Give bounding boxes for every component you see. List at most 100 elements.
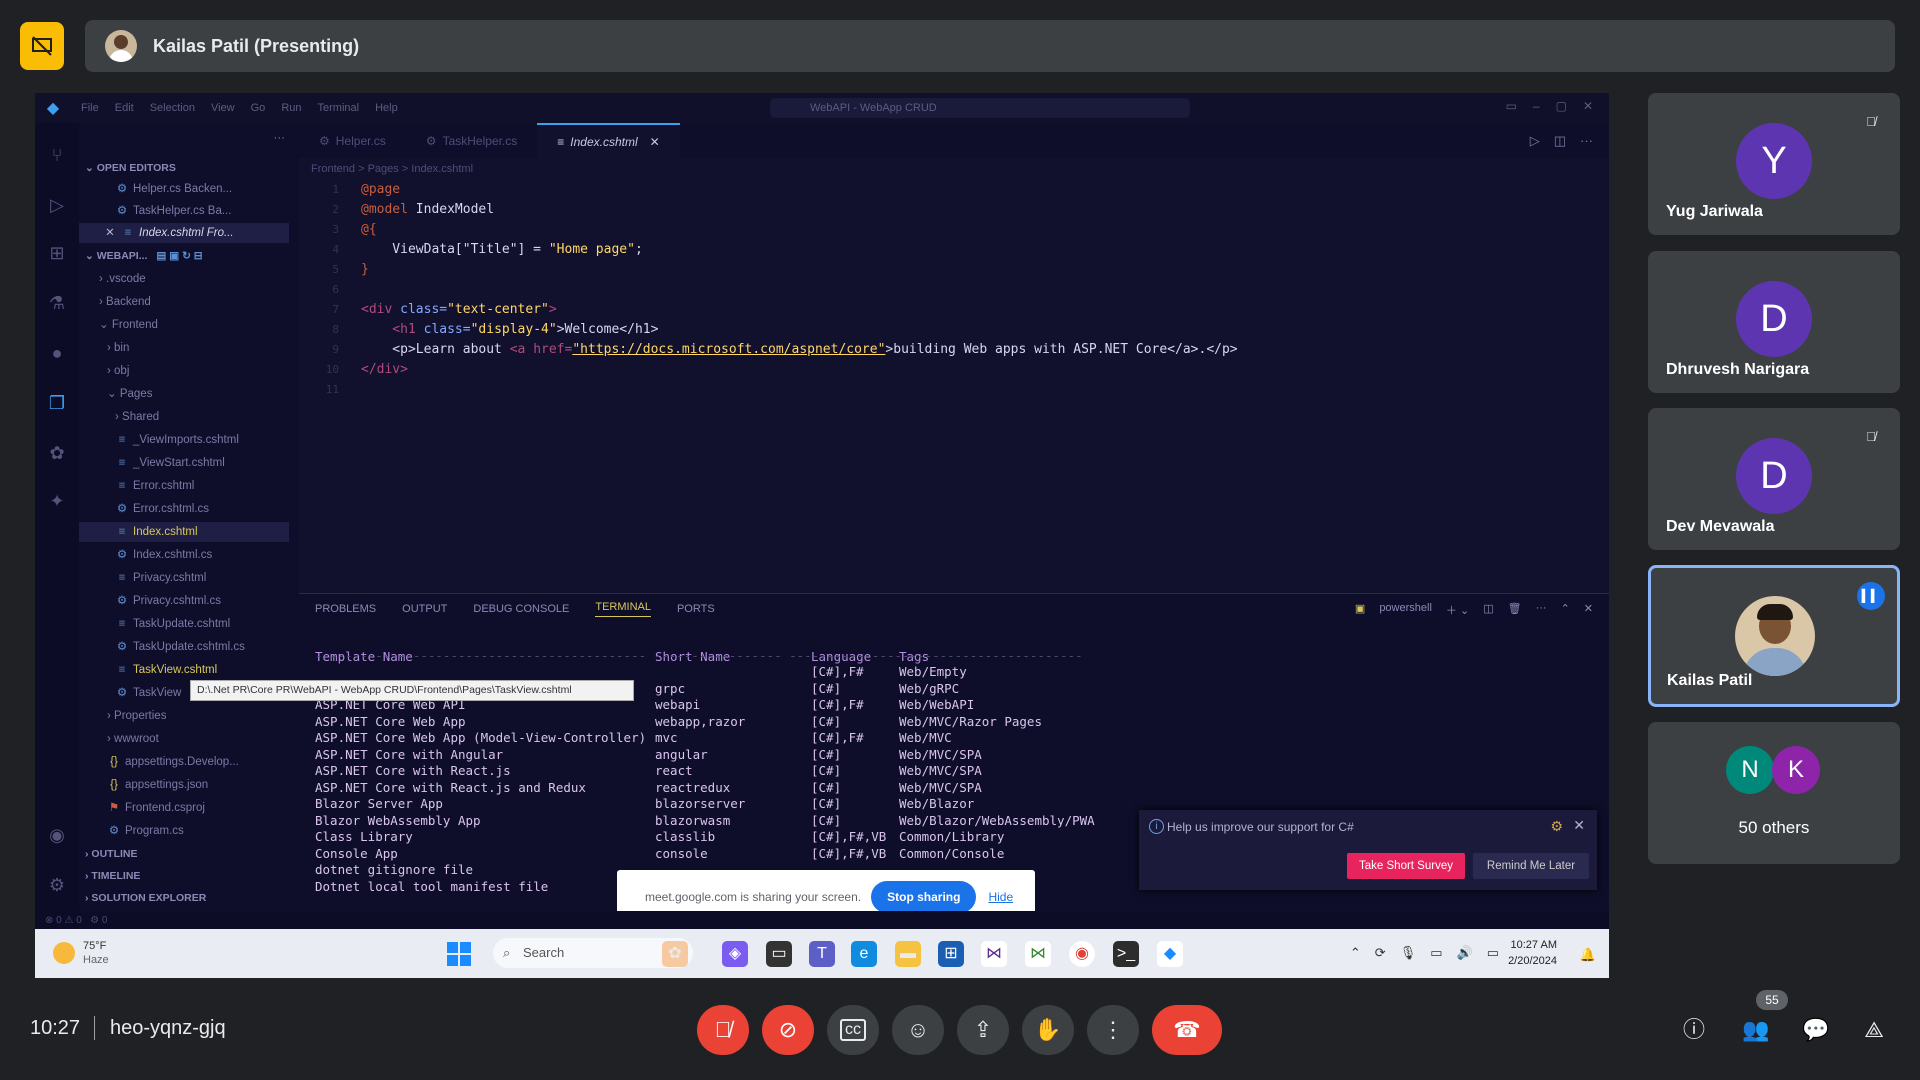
menu-file[interactable]: File	[81, 102, 99, 114]
tree-folder[interactable]: › Shared	[115, 407, 325, 427]
solution-explorer-section[interactable]: › SOLUTION EXPLORER	[85, 888, 295, 908]
terminal-shell-label[interactable]: powershell	[1379, 602, 1432, 618]
taskbar-clock[interactable]: 10:27 AM 2/20/2024	[1508, 937, 1557, 969]
tree-file[interactable]: ⚙ Privacy.cshtml.cs	[115, 591, 325, 611]
participant-tile[interactable]: D Dhruvesh Narigara	[1648, 251, 1900, 393]
tree-file[interactable]: ≡ _ViewImports.cshtml	[115, 430, 325, 450]
present-indicator-button[interactable]	[20, 22, 64, 70]
chrome-icon[interactable]: ◉	[1069, 941, 1095, 967]
outline-section[interactable]: › OUTLINE	[85, 844, 295, 864]
trash-icon[interactable]: 🗑	[1508, 602, 1522, 618]
store-icon[interactable]: ⊞	[938, 941, 964, 967]
hide-link[interactable]: Hide	[988, 890, 1013, 904]
windows-start-icon[interactable]	[447, 942, 471, 966]
more-icon[interactable]: ···	[1536, 602, 1547, 618]
maximize-icon[interactable]: ▢	[1556, 99, 1567, 113]
task-view-icon[interactable]: ▭	[766, 941, 792, 967]
participant-tile-active[interactable]: Kailas Patil ▍▍	[1648, 565, 1900, 707]
run-icon[interactable]: ▷	[1530, 133, 1540, 149]
close-panel-icon[interactable]: ✕	[1584, 602, 1593, 618]
command-search[interactable]: WebAPI - WebApp CRUD	[770, 98, 1190, 118]
visual-studio-icon[interactable]: ⋈	[981, 941, 1007, 967]
timeline-section[interactable]: › TIMELINE	[85, 866, 295, 886]
participant-tile[interactable]: Y Yug Jariwala 🎙̸	[1648, 93, 1900, 235]
network-icon[interactable]: ▭	[1430, 945, 1442, 961]
close-tab-icon[interactable]: ✕	[650, 135, 660, 149]
present-screen-button[interactable]: ⇪	[957, 1005, 1009, 1055]
tree-file[interactable]: ⚙ Program.cs	[107, 821, 317, 841]
open-editor-item-active[interactable]: ✕ ≡ Index.cshtml Fro...	[79, 223, 289, 243]
visual-studio-green-icon[interactable]: ⋈	[1025, 941, 1051, 967]
run-debug-icon[interactable]: ▷	[45, 193, 69, 217]
tree-file[interactable]: ⚑ Frontend.csproj	[107, 798, 317, 818]
tree-file[interactable]: ≡ Error.cshtml	[115, 476, 325, 496]
tab-index[interactable]: ≡ Index.cshtml ✕	[537, 123, 680, 158]
tree-file[interactable]: ⚙ TaskUpdate.cshtml.cs	[115, 637, 325, 657]
vscode-app-icon[interactable]: ◆	[1157, 941, 1183, 967]
battery-icon[interactable]: ▭	[1487, 945, 1499, 961]
mic-icon[interactable]: 🎙	[1400, 945, 1417, 961]
menu-terminal[interactable]: Terminal	[318, 102, 360, 114]
source-control-icon[interactable]: ⑂	[45, 143, 69, 167]
tree-file[interactable]: {} appsettings.json	[107, 775, 317, 795]
more-actions-icon[interactable]: ···	[1580, 133, 1593, 149]
maximize-panel-icon[interactable]: ⌃	[1561, 602, 1570, 618]
tray-chevron-icon[interactable]: ⌃	[1350, 945, 1361, 961]
tree-folder[interactable]: › .vscode	[99, 269, 309, 289]
tree-folder[interactable]: › bin	[107, 338, 317, 358]
minimize-icon[interactable]: –	[1533, 99, 1540, 113]
tree-folder[interactable]: › obj	[107, 361, 317, 381]
pin-icon[interactable]: ✦	[45, 489, 69, 513]
chat-button[interactable]: 💬	[1800, 1014, 1832, 1046]
menu-view[interactable]: View	[211, 102, 235, 114]
tree-file[interactable]: ⚙ Error.cshtml.cs	[115, 499, 325, 519]
testing-icon[interactable]: ⚗	[45, 291, 69, 315]
open-editor-item[interactable]: ⚙ TaskHelper.cs Ba...	[115, 201, 325, 221]
copilot-app-icon[interactable]: ◈	[722, 941, 748, 967]
tab-taskhelper[interactable]: ⚙ TaskHelper.cs	[406, 123, 537, 158]
tree-file-active[interactable]: ≡ Index.cshtml	[79, 522, 289, 542]
gear-icon[interactable]: ⚙	[1550, 818, 1563, 835]
remind-later-button[interactable]: Remind Me Later	[1473, 853, 1589, 879]
leave-call-button[interactable]: ☎	[1152, 1005, 1222, 1055]
tree-file[interactable]: ≡ Privacy.cshtml	[115, 568, 325, 588]
close-icon[interactable]: ✕	[1573, 817, 1585, 834]
weather-widget[interactable]: 75°F Haze	[53, 939, 109, 967]
meeting-info-button[interactable]: ⓘ	[1678, 1014, 1710, 1046]
open-editor-item[interactable]: ⚙ Helper.cs Backen...	[115, 179, 325, 199]
tab-problems[interactable]: PROBLEMS	[315, 603, 376, 615]
emoji-reaction-button[interactable]: ☺	[892, 1005, 944, 1055]
menu-help[interactable]: Help	[375, 102, 398, 114]
menu-go[interactable]: Go	[251, 102, 266, 114]
teams-icon[interactable]: T	[809, 941, 835, 967]
captions-button[interactable]: cc	[827, 1005, 879, 1055]
tree-folder[interactable]: ⌄ Frontend	[99, 315, 309, 335]
tab-output[interactable]: OUTPUT	[402, 603, 447, 615]
copilot-icon[interactable]: ✿	[45, 441, 69, 465]
tab-debug-console[interactable]: DEBUG CONSOLE	[473, 603, 569, 615]
menu-run[interactable]: Run	[281, 102, 301, 114]
tree-file[interactable]: {} appsettings.Develop...	[107, 752, 317, 772]
menu-selection[interactable]: Selection	[150, 102, 195, 114]
explorer-icon[interactable]: ❐	[45, 391, 69, 415]
tab-terminal[interactable]: TERMINAL	[595, 601, 651, 617]
meeting-code[interactable]: heo-yqnz-gjq	[110, 1017, 226, 1040]
sync-icon[interactable]: ⟳	[1375, 945, 1386, 961]
terminal-app-icon[interactable]: >_	[1113, 941, 1139, 967]
others-tile[interactable]: N K 50 others	[1648, 722, 1900, 864]
tree-file[interactable]: ≡ _ViewStart.cshtml	[115, 453, 325, 473]
tree-folder[interactable]: › Backend	[99, 292, 309, 312]
new-terminal-icon[interactable]: ＋ ⌄	[1446, 602, 1469, 618]
mic-toggle-button[interactable]: 🎙̸	[697, 1005, 749, 1055]
tree-folder[interactable]: › Properties	[107, 706, 317, 726]
people-button[interactable]: 👥	[1740, 1014, 1772, 1046]
participant-tile[interactable]: D Dev Mevawala 🎙̸	[1648, 408, 1900, 550]
split-editor-icon[interactable]: ◫	[1554, 133, 1566, 149]
breadcrumb[interactable]: Frontend > Pages > Index.cshtml	[299, 158, 1609, 180]
tree-folder[interactable]: › wwwroot	[107, 729, 317, 749]
accounts-icon[interactable]: ◉	[45, 823, 69, 847]
tab-helper[interactable]: ⚙ Helper.cs	[299, 123, 406, 158]
stop-sharing-button[interactable]: Stop sharing	[871, 881, 977, 913]
notification-bell-icon[interactable]: 🔔	[1575, 942, 1601, 968]
settings-gear-icon[interactable]: ⚙	[45, 873, 69, 897]
